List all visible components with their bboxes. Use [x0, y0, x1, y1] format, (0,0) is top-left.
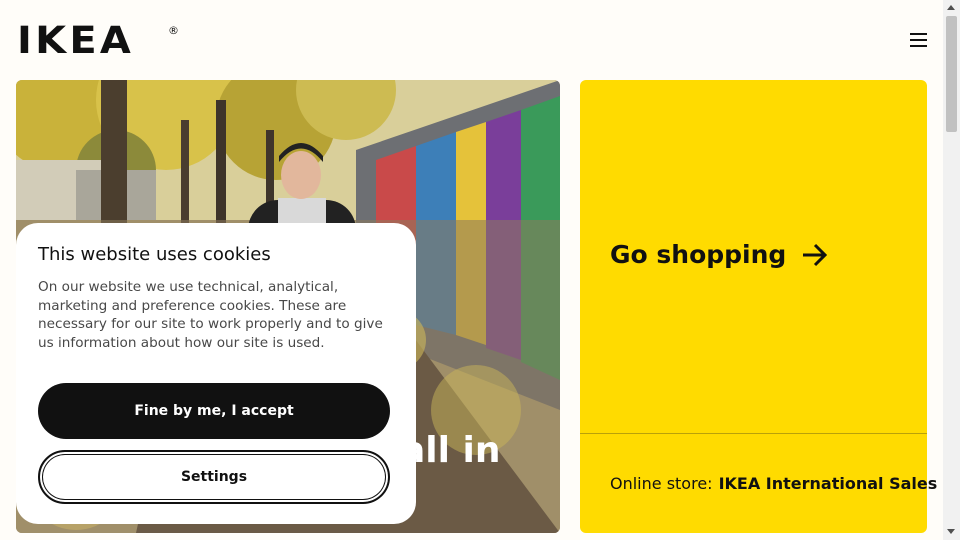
- ikea-logo[interactable]: IKEA: [17, 22, 134, 60]
- promo-divider: [580, 433, 927, 434]
- go-shopping-label: Go shopping: [610, 240, 787, 269]
- online-store-prefix: Online store:: [610, 474, 713, 493]
- scroll-down-icon[interactable]: [947, 529, 955, 534]
- hamburger-menu-icon[interactable]: [906, 30, 932, 50]
- scroll-up-icon[interactable]: [947, 5, 955, 10]
- menu-line: [910, 39, 927, 41]
- arrow-right-icon: [803, 243, 828, 266]
- menu-line: [910, 33, 927, 35]
- menu-line: [910, 45, 927, 47]
- promo-card: Go shopping Online store: IKEA Internati…: [580, 80, 937, 533]
- cookie-settings-button[interactable]: Settings: [38, 450, 390, 504]
- online-store-name: IKEA International Sales: [718, 474, 938, 493]
- registered-mark: ®: [168, 24, 179, 37]
- accept-cookies-button[interactable]: Fine by me, I accept: [38, 383, 390, 439]
- go-shopping-link[interactable]: Go shopping: [610, 240, 830, 269]
- scroll-thumb[interactable]: [946, 16, 957, 132]
- cookie-banner: This website uses cookies On our website…: [16, 223, 416, 524]
- online-store-selector[interactable]: Online store: IKEA International Sales: [610, 474, 937, 493]
- site-header: IKEA ®: [0, 0, 943, 80]
- page-scrollbar[interactable]: [943, 0, 960, 540]
- cookie-banner-title: This website uses cookies: [38, 244, 271, 265]
- cookie-banner-body: On our website we use technical, analyti…: [38, 279, 383, 351]
